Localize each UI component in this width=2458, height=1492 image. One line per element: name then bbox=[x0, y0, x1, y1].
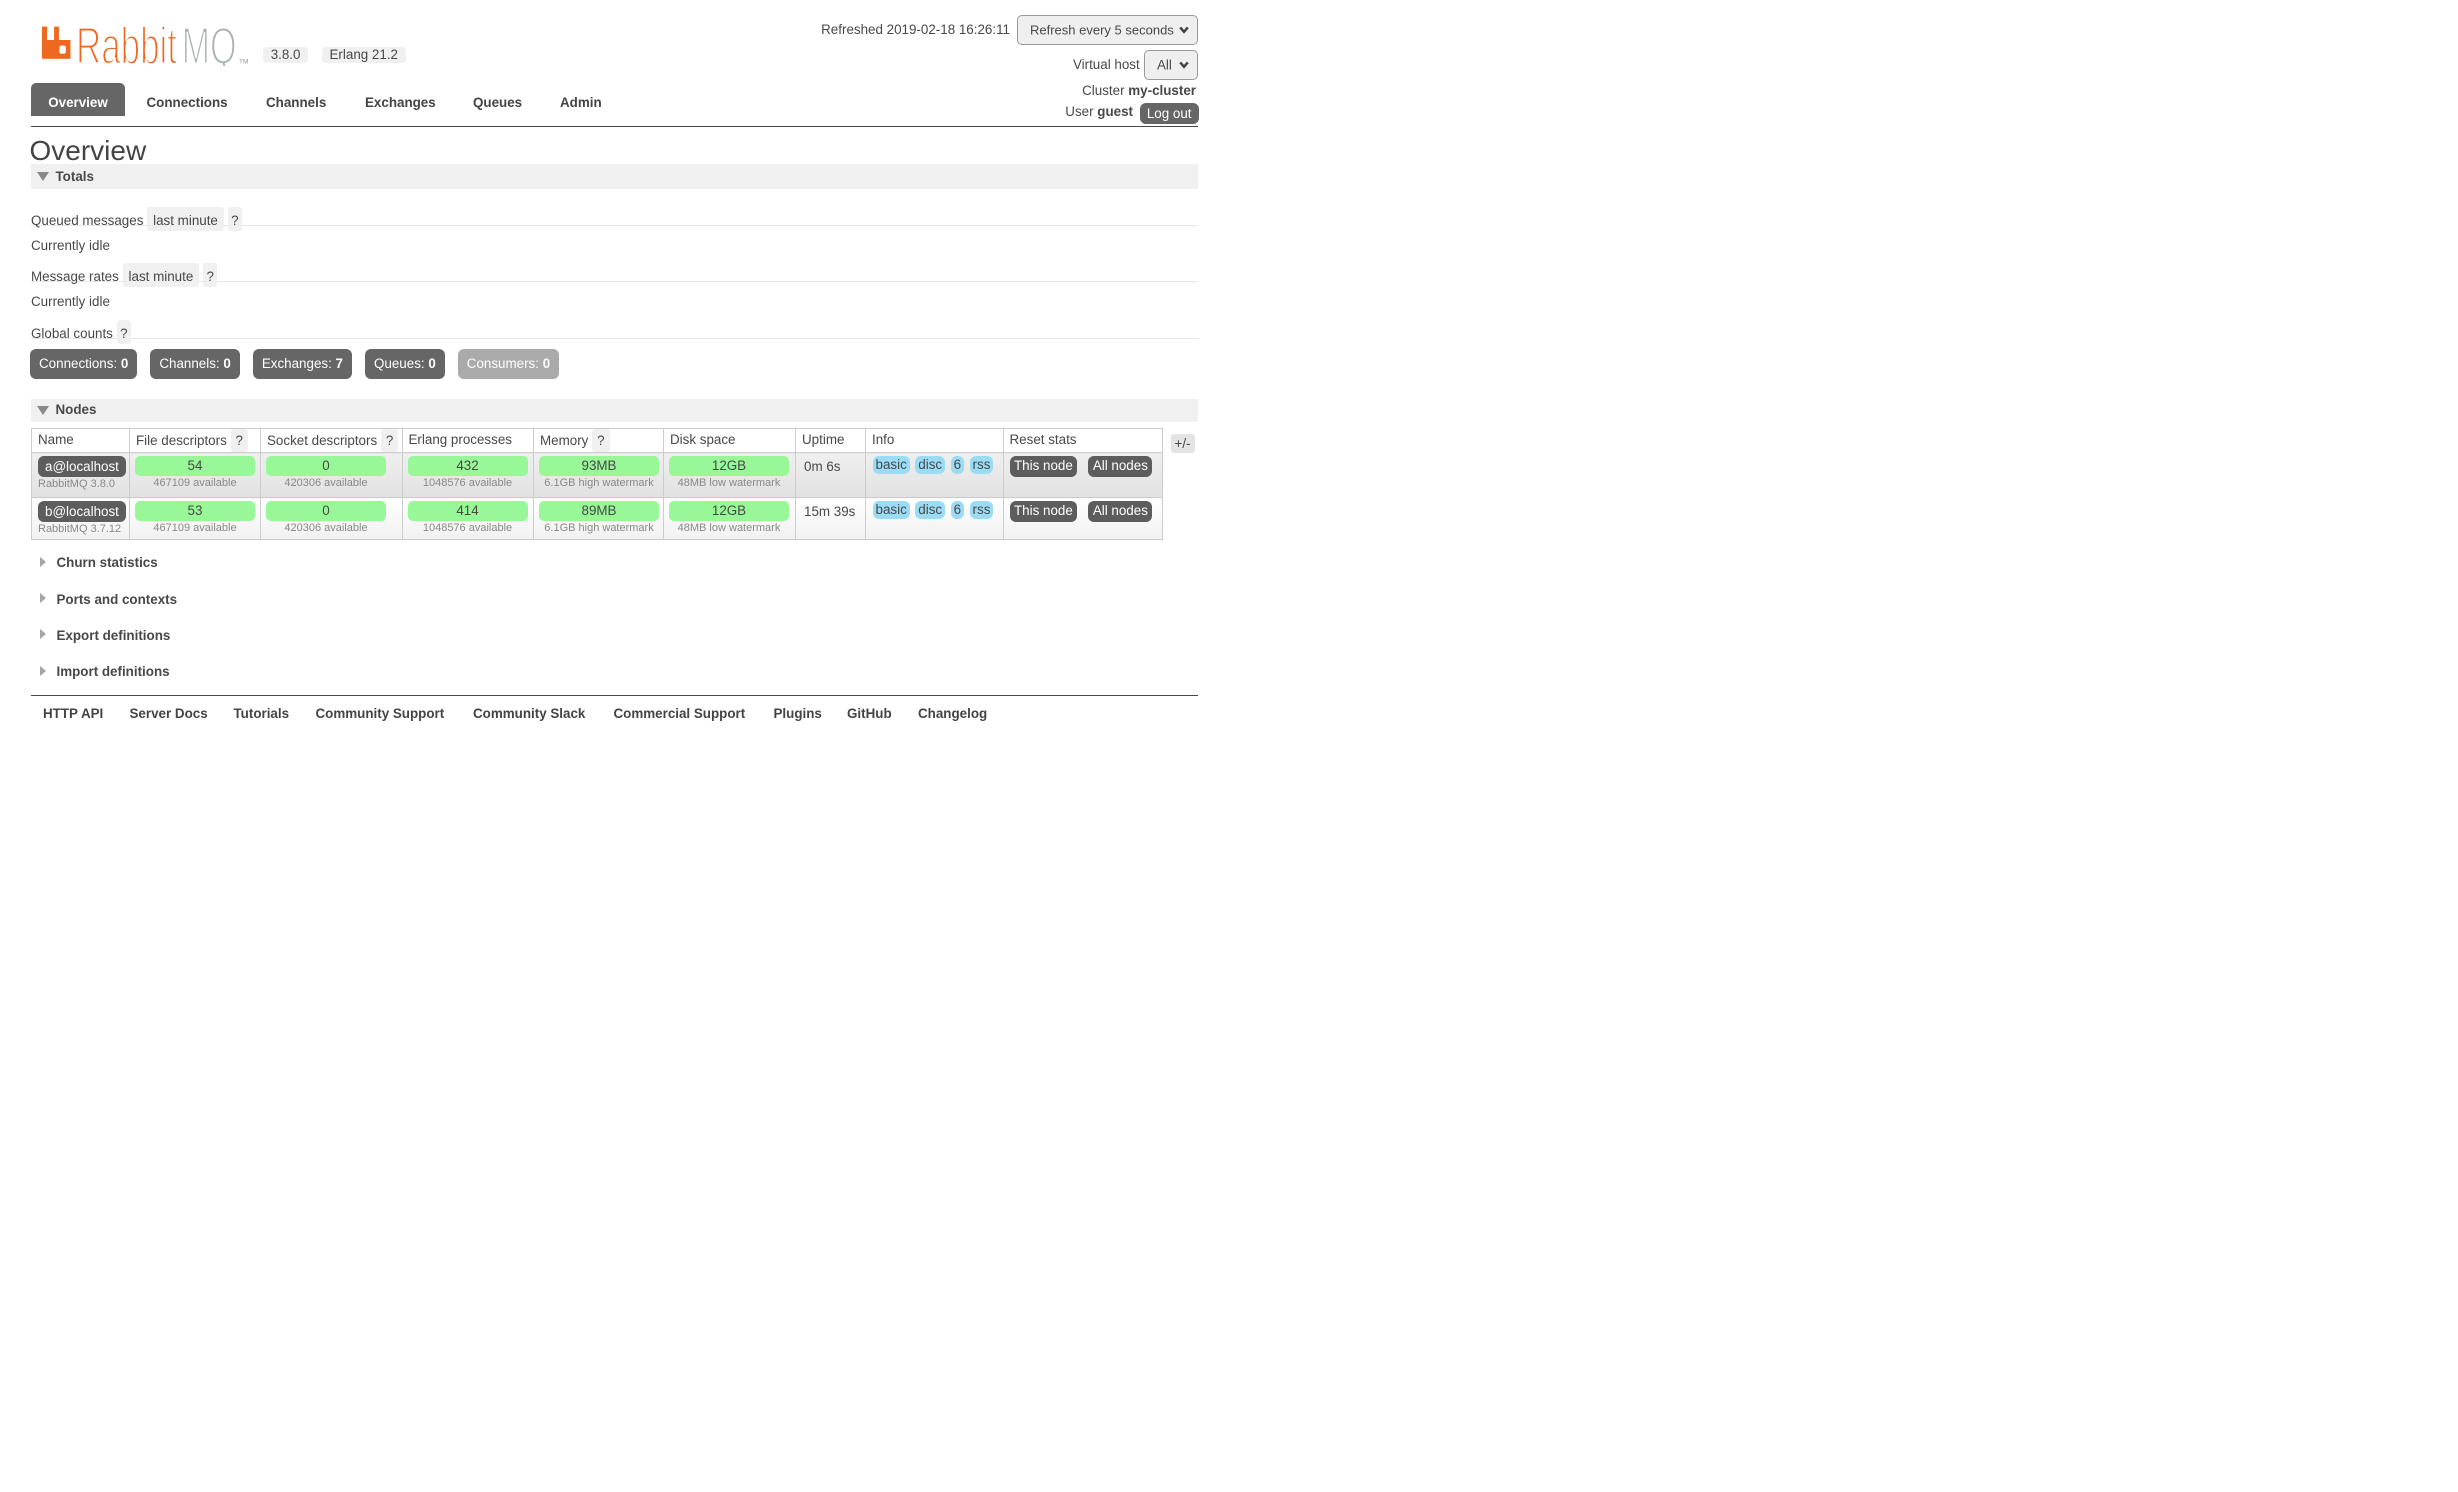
svg-text:Rabbit: Rabbit bbox=[76, 26, 177, 66]
svg-text:TM: TM bbox=[239, 58, 248, 65]
svg-text:MQ: MQ bbox=[182, 26, 237, 66]
